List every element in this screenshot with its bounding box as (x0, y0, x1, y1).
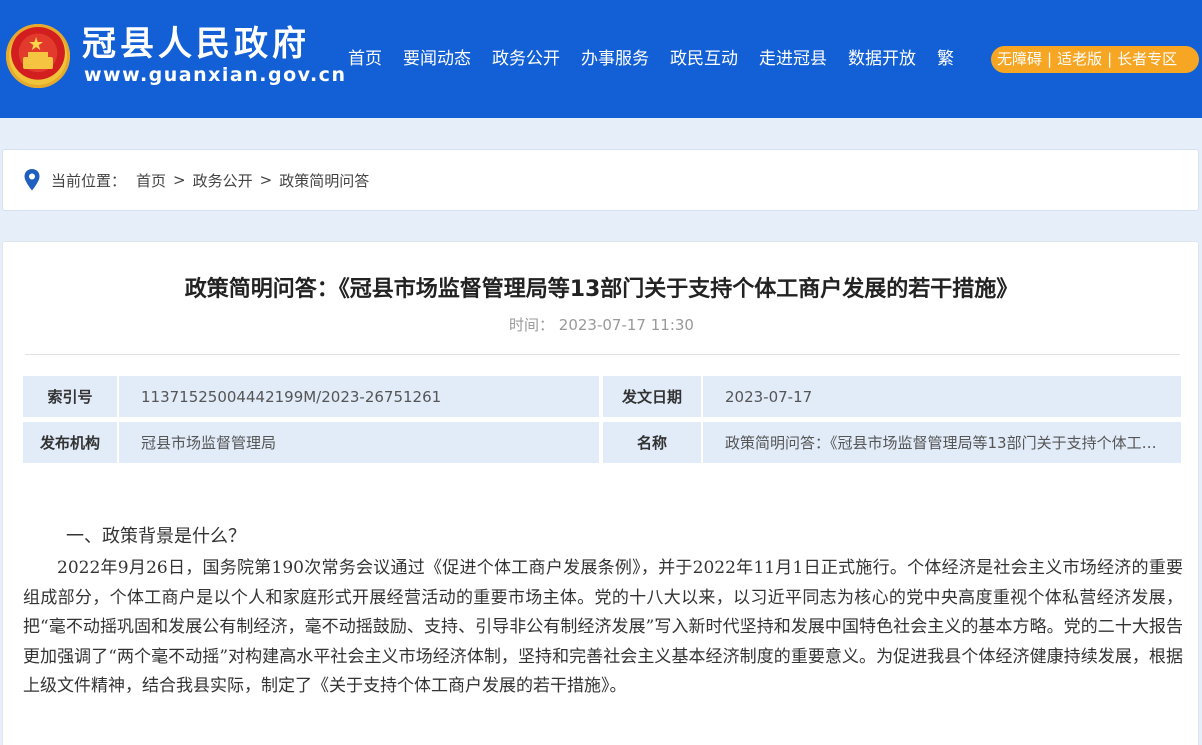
breadcrumb-separator: > (173, 171, 186, 189)
breadcrumb-home[interactable]: 首页 (136, 170, 166, 191)
breadcrumb-separator: > (259, 171, 273, 189)
index-value: 11371525004442199M/2023-26751261 (119, 376, 599, 417)
national-emblem-icon[interactable]: ★ (6, 24, 70, 88)
nav-traditional-chinese[interactable]: 繁 (937, 46, 954, 72)
senior-zone-link[interactable]: 长者专区 (1117, 46, 1177, 73)
breadcrumb-gov-affairs[interactable]: 政务公开 (193, 170, 253, 191)
nav-home[interactable]: 首页 (348, 46, 382, 72)
name-label: 名称 (603, 422, 701, 463)
site-title[interactable]: 冠县人民政府 (82, 24, 310, 64)
date-value: 2023-07-17 (703, 376, 1181, 417)
date-label: 发文日期 (603, 376, 701, 417)
article-title: 政策简明问答：《冠县市场监督管理局等13部门关于支持个体工商户发展的若干措施》 (184, 277, 1019, 302)
nav-services[interactable]: 办事服务 (581, 46, 649, 72)
meta-row: 发布机构 冠县市场监督管理局 名称 政策简明问答：《冠县市场监督管理局等13部门… (23, 422, 1181, 463)
site-url: www.guanxian.gov.cn (84, 64, 347, 86)
nav-news[interactable]: 要闻动态 (403, 46, 471, 72)
access-separator: | (1047, 50, 1053, 68)
article-meta-table: 索引号 11371525004442199M/2023-26751261 发文日… (23, 376, 1181, 468)
meta-row: 索引号 11371525004442199M/2023-26751261 发文日… (23, 376, 1181, 417)
nav-interaction[interactable]: 政民互动 (670, 46, 738, 72)
article-panel: 政策简明问答：《冠县市场监督管理局等13部门关于支持个体工商户发展的若干措施》 … (2, 241, 1199, 745)
article-time: 时间： 2023-07-17 11:30 (509, 316, 694, 334)
breadcrumb: 当前位置： 首页 > 政务公开 > 政策简明问答 (2, 149, 1199, 211)
name-value-cell: 政策简明问答：《冠县市场监督管理局等13部门关于支持个体工商户发展的若干措施》 (703, 422, 1181, 463)
elderly-mode-link[interactable]: 适老版 (1057, 46, 1102, 73)
index-label: 索引号 (23, 376, 117, 417)
section-heading: 一、政策背景是什么？ (66, 526, 246, 547)
accessibility-bar: 无障碍 | 适老版 | 长者专区 (991, 46, 1199, 73)
nav-open-data[interactable]: 数据开放 (848, 46, 916, 72)
org-label: 发布机构 (23, 422, 117, 463)
org-value: 冠县市场监督管理局 (119, 422, 599, 463)
barrier-free-link[interactable]: 无障碍 (997, 46, 1042, 73)
access-separator: | (1107, 50, 1113, 68)
divider (25, 354, 1180, 355)
location-pin-icon (24, 169, 40, 191)
site-header: ★ 冠县人民政府 www.guanxian.gov.cn 首页 要闻动态 政务公… (0, 0, 1202, 118)
nav-gov-affairs[interactable]: 政务公开 (492, 46, 560, 72)
name-value: 政策简明问答：《冠县市场监督管理局等13部门关于支持个体工商户发展的若干措施》 (725, 434, 1161, 452)
breadcrumb-current[interactable]: 政策简明问答 (279, 170, 369, 191)
main-nav: 首页 要闻动态 政务公开 办事服务 政民互动 走进冠县 数据开放 繁 (348, 46, 954, 72)
nav-about[interactable]: 走进冠县 (759, 46, 827, 72)
article-paragraph: 2022年9月26日，国务院第190次常务会议通过《促进个体工商户发展条例》，并… (23, 558, 1183, 696)
breadcrumb-label: 当前位置： (51, 171, 127, 190)
